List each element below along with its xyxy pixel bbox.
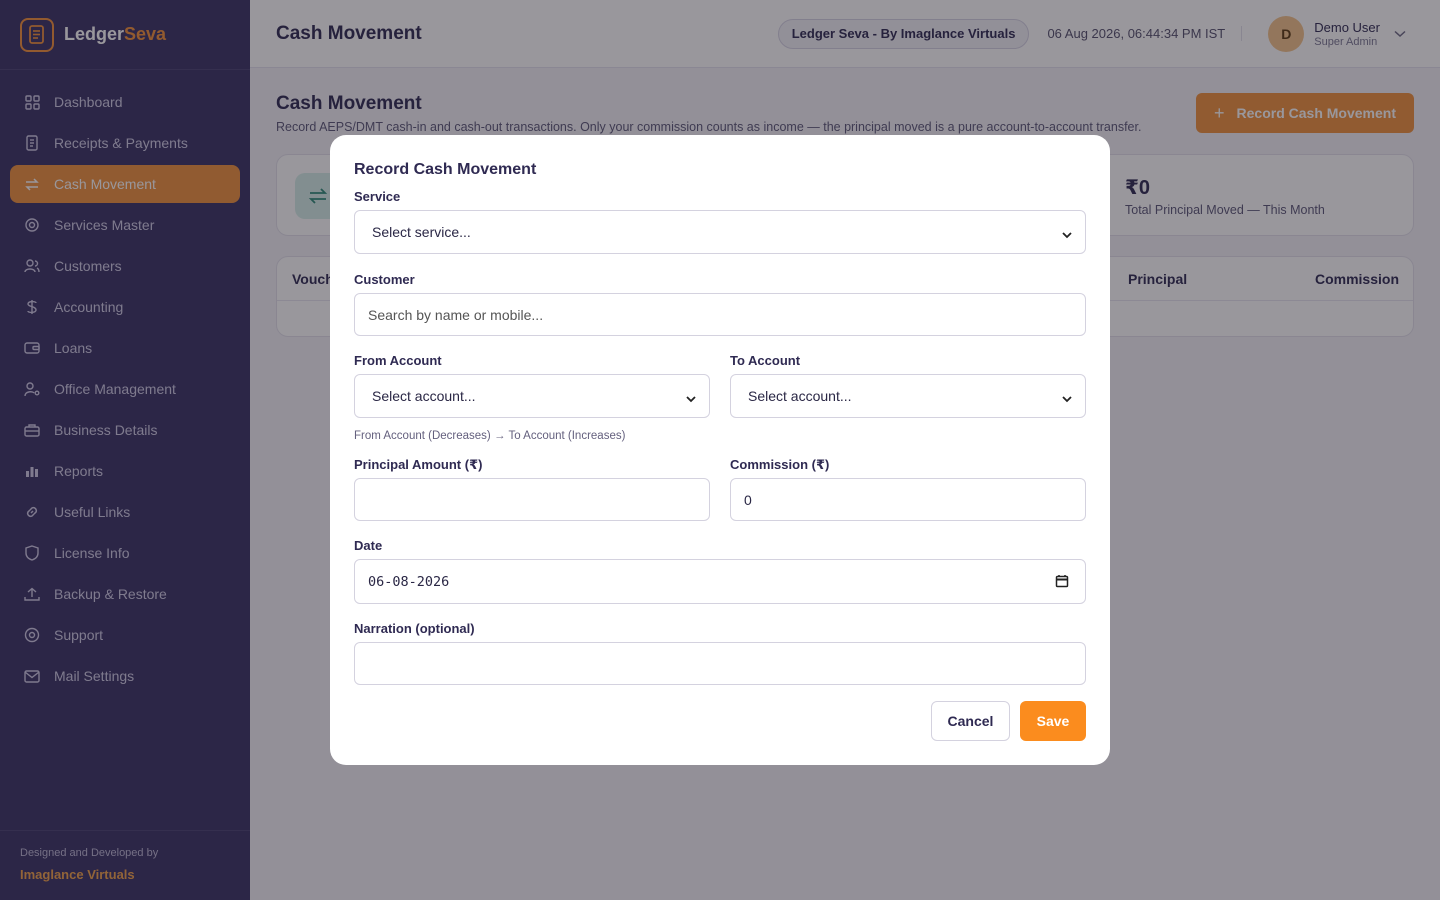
from-account-value: Select account...: [372, 388, 476, 404]
narration-input[interactable]: [354, 642, 1086, 685]
customer-search-input[interactable]: Search by name or mobile...: [354, 293, 1086, 336]
service-select[interactable]: Select service...: [354, 210, 1086, 254]
principal-label: Principal Amount (₹): [354, 457, 483, 472]
date-value: 06-08-2026: [368, 573, 450, 590]
narration-label: Narration (optional): [354, 621, 475, 636]
to-account-select[interactable]: Select account...: [730, 374, 1086, 418]
date-label: Date: [354, 538, 383, 553]
cancel-button[interactable]: Cancel: [931, 701, 1010, 741]
commission-label: Commission (₹): [730, 457, 830, 472]
chevron-down-icon: [1061, 226, 1073, 242]
save-button[interactable]: Save: [1020, 701, 1086, 741]
account-direction-hint: From Account (Decreases) → To Account (I…: [354, 430, 626, 442]
principal-amount-input[interactable]: [354, 478, 710, 521]
service-label: Service: [354, 189, 401, 204]
customer-search-placeholder: Search by name or mobile...: [368, 306, 544, 323]
modal-title: Record Cash Movement: [354, 161, 537, 178]
to-account-label: To Account: [730, 353, 801, 368]
customer-label: Customer: [354, 272, 415, 287]
commission-input[interactable]: 0: [730, 478, 1086, 521]
calendar-icon[interactable]: [1055, 574, 1069, 592]
date-input[interactable]: 06-08-2026: [354, 559, 1086, 604]
record-cash-movement-modal: Record Cash Movement Service Select serv…: [330, 135, 1110, 765]
service-select-value: Select service...: [372, 224, 471, 240]
chevron-down-icon: [1061, 390, 1073, 406]
from-account-select[interactable]: Select account...: [354, 374, 710, 418]
commission-value: 0: [744, 491, 752, 508]
chevron-down-icon: [685, 390, 697, 406]
from-account-label: From Account: [354, 353, 442, 368]
to-account-value: Select account...: [748, 388, 852, 404]
